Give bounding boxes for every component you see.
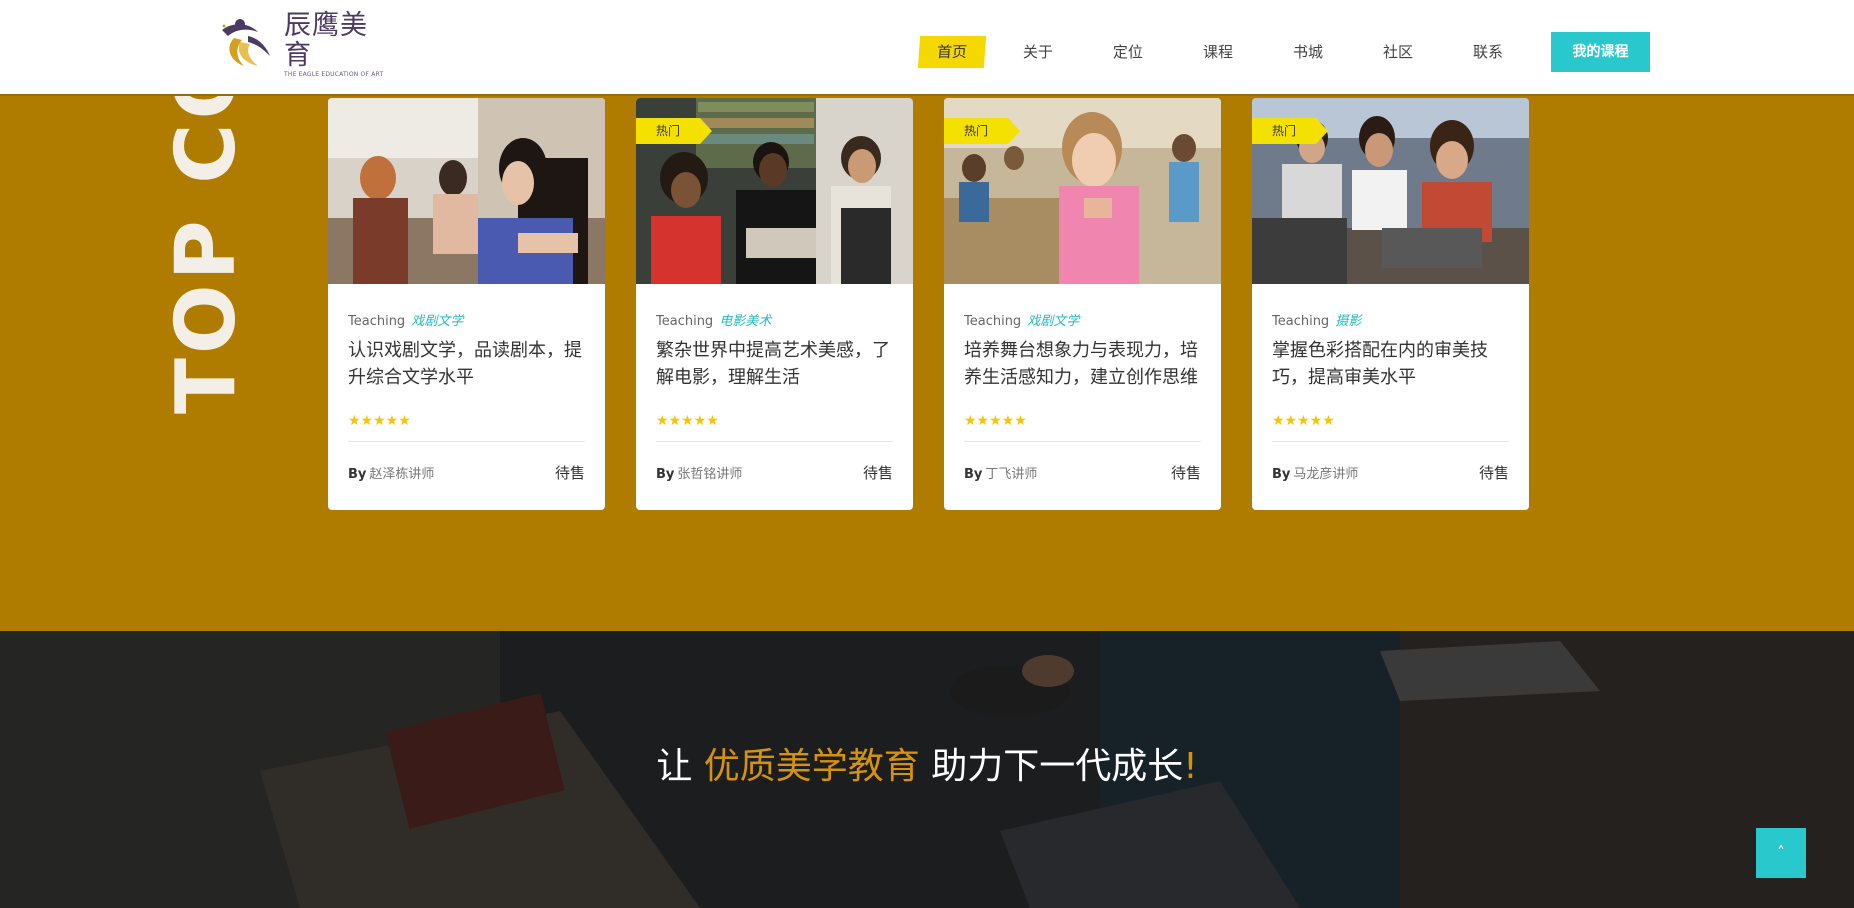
course-title[interactable]: 认识戏剧文学，品读剧本，提升综合文学水平 — [348, 337, 585, 391]
course-card-list: Teaching 戏剧文学 认识戏剧文学，品读剧本，提升综合文学水平 ★★★★★… — [328, 98, 1560, 510]
nav-item-positioning[interactable]: 定位 — [1091, 36, 1165, 68]
nav-item-community[interactable]: 社区 — [1361, 36, 1435, 68]
course-instructor: By 丁飞讲师 — [964, 463, 1037, 482]
section-title-text: TOP COU — [162, 94, 252, 414]
nav-item-courses[interactable]: 课程 — [1181, 36, 1255, 68]
course-instructor: By 赵泽栋讲师 — [348, 463, 434, 482]
course-card[interactable]: 热门 Teaching 摄影 掌握色彩搭配在内的审美技巧，提高审美水平 ★★★★… — [1252, 98, 1529, 510]
instructor-name[interactable]: 丁飞讲师 — [985, 467, 1037, 482]
by-label: By — [964, 467, 983, 482]
slogan-text: 让 优质美学教育 助力下一代成长! — [0, 737, 1854, 789]
card-divider — [1272, 441, 1509, 442]
logo-name-cn: 辰鹰美育 — [284, 9, 368, 71]
eagle-logo-icon — [218, 16, 282, 72]
rating-stars: ★★★★★ — [348, 413, 411, 429]
instructor-name[interactable]: 马龙彦讲师 — [1293, 467, 1358, 482]
site-header: 辰鹰美育 THE EAGLE EDUCATION OF ART 首页 关于 定位… — [0, 0, 1854, 96]
slogan-suffix: 助力下一代成长 — [919, 746, 1184, 787]
teaching-label: Teaching — [348, 314, 406, 329]
card-divider — [348, 441, 585, 442]
rating-stars: ★★★★★ — [1272, 413, 1335, 429]
site-logo[interactable]: 辰鹰美育 THE EAGLE EDUCATION OF ART — [218, 10, 388, 78]
course-instructor: By 张哲铭讲师 — [656, 463, 742, 482]
course-category-link[interactable]: 电影美术 — [719, 314, 771, 329]
course-title[interactable]: 掌握色彩搭配在内的审美技巧，提高审美水平 — [1272, 337, 1509, 391]
logo-name-en: THE EAGLE EDUCATION OF ART — [284, 70, 384, 78]
course-photo[interactable] — [328, 98, 605, 284]
slogan-highlight: 优质美学教育 — [703, 746, 920, 787]
course-price: 待售 — [862, 464, 893, 482]
course-title[interactable]: 繁杂世界中提高艺术美感，了解电影，理解生活 — [656, 337, 893, 391]
course-price: 待售 — [1170, 464, 1201, 482]
course-card[interactable]: 热门 Teaching 电影美术 繁杂世界中提高艺术美感，了解电影，理解生活 ★… — [636, 98, 913, 510]
slogan-prefix: 让 — [656, 746, 704, 787]
slogan-banner: 让 优质美学教育 助力下一代成长! — [0, 631, 1854, 908]
by-label: By — [348, 467, 367, 482]
my-courses-button[interactable]: 我的课程 — [1551, 32, 1650, 72]
rating-stars: ★★★★★ — [656, 413, 719, 429]
nav-item-about[interactable]: 关于 — [1001, 36, 1075, 68]
course-card[interactable]: Teaching 戏剧文学 认识戏剧文学，品读剧本，提升综合文学水平 ★★★★★… — [328, 98, 605, 510]
teaching-label: Teaching — [656, 314, 714, 329]
hot-badge: 热门 — [636, 118, 713, 144]
nav-item-contact[interactable]: 联系 — [1451, 36, 1525, 68]
course-category-link[interactable]: 戏剧文学 — [411, 314, 463, 329]
course-title[interactable]: 培养舞台想象力与表现力，培养生活感知力，建立创作思维 — [964, 337, 1201, 391]
by-label: By — [656, 467, 675, 482]
main-nav: 首页 关于 定位 课程 书城 社区 联系 我的课程 — [903, 32, 1650, 72]
teaching-label: Teaching — [1272, 314, 1330, 329]
course-price: 待售 — [1478, 464, 1509, 482]
course-category-link[interactable]: 戏剧文学 — [1027, 314, 1079, 329]
course-instructor: By 马龙彦讲师 — [1272, 463, 1358, 482]
card-divider — [964, 441, 1201, 442]
hot-badge: 热门 — [944, 118, 1021, 144]
instructor-name[interactable]: 赵泽栋讲师 — [369, 467, 434, 482]
teaching-label: Teaching — [964, 314, 1022, 329]
course-card[interactable]: 热门 Teaching 戏剧文学 培养舞台想象力与表现力，培养生活感知力，建立创… — [944, 98, 1221, 510]
by-label: By — [1272, 467, 1291, 482]
chevron-up-icon: ˄ — [1777, 843, 1785, 862]
course-teaching-line: Teaching 戏剧文学 — [348, 310, 585, 329]
course-price: 待售 — [554, 464, 585, 482]
course-photo[interactable]: 热门 — [636, 98, 913, 284]
card-divider — [656, 441, 893, 442]
course-photo[interactable]: 热门 — [1252, 98, 1529, 284]
section-vertical-title: TOP COU — [162, 94, 252, 414]
course-teaching-line: Teaching 摄影 — [1272, 310, 1509, 329]
course-photo[interactable]: 热门 — [944, 98, 1221, 284]
nav-item-home[interactable]: 首页 — [917, 36, 987, 68]
nav-item-bookstore[interactable]: 书城 — [1271, 36, 1345, 68]
course-category-link[interactable]: 摄影 — [1335, 314, 1361, 329]
course-teaching-line: Teaching 戏剧文学 — [964, 310, 1201, 329]
back-to-top-button[interactable]: ˄ — [1756, 828, 1806, 878]
slogan-exclaim: ! — [1183, 746, 1198, 787]
instructor-name[interactable]: 张哲铭讲师 — [677, 467, 742, 482]
course-teaching-line: Teaching 电影美术 — [656, 310, 893, 329]
rating-stars: ★★★★★ — [964, 413, 1027, 429]
hot-badge: 热门 — [1252, 118, 1329, 144]
